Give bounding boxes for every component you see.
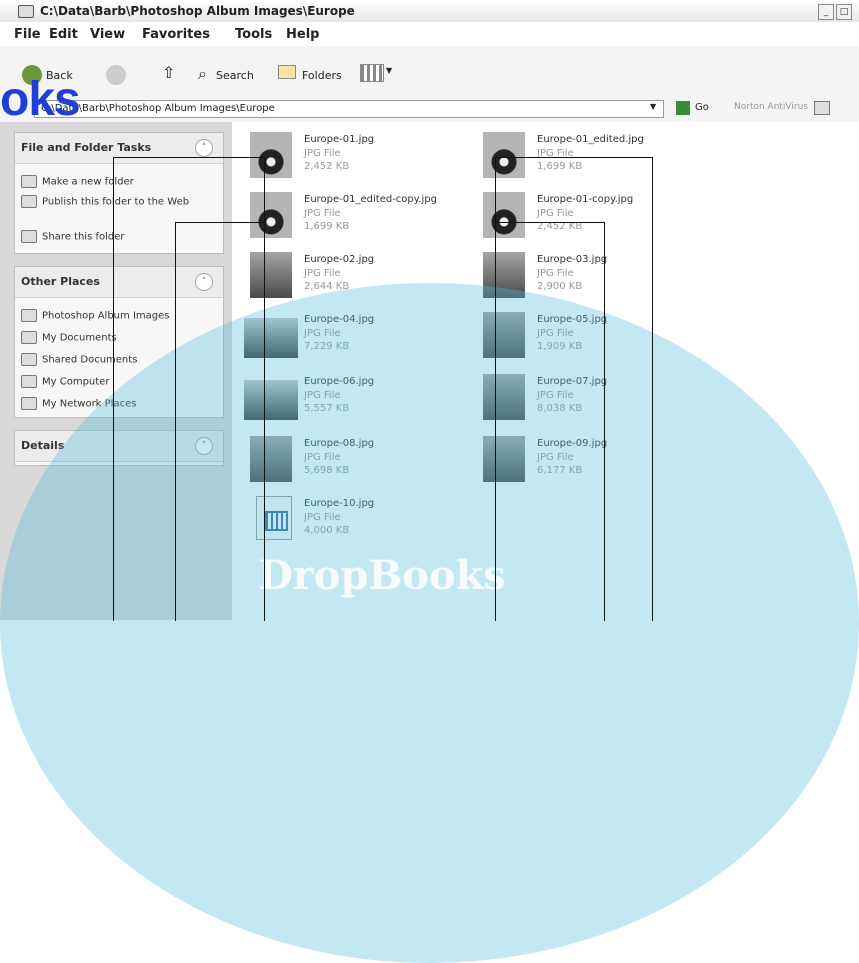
address-bar: C:\Data\Barb\Photoshop Album Images\Euro…	[0, 96, 859, 123]
forward-arrow-icon[interactable]	[106, 65, 126, 85]
menu-bar: File Edit View Favorites Tools Help	[0, 22, 859, 47]
file-item[interactable]: Europe-01.jpg JPG File 2,452 KB	[250, 132, 470, 184]
other-places-panel: Other Places ˄ Photoshop Album Images My…	[14, 266, 224, 418]
image-thumbnail	[250, 252, 292, 298]
place-shared-documents[interactable]: Shared Documents	[21, 353, 137, 366]
image-thumbnail	[250, 192, 292, 238]
place-photoshop-album[interactable]: Photoshop Album Images	[21, 309, 169, 322]
share-icon	[21, 230, 37, 243]
panel-title: File and Folder Tasks	[21, 141, 152, 154]
image-thumbnail	[483, 374, 525, 420]
go-button[interactable]: Go	[695, 102, 709, 113]
menu-view[interactable]: View	[90, 27, 125, 42]
task-new-folder[interactable]: Make a new folder	[21, 175, 134, 188]
folder-icon	[18, 5, 34, 18]
details-panel: Details ˅	[14, 430, 224, 466]
panel-header[interactable]: Details ˅	[15, 431, 223, 462]
folders-button[interactable]: Folders	[302, 69, 342, 82]
go-arrow-icon[interactable]	[676, 101, 690, 115]
place-my-computer[interactable]: My Computer	[21, 375, 109, 388]
file-folder-tasks-panel: File and Folder Tasks ˄ Make a new folde…	[14, 132, 224, 254]
search-icon[interactable]: ⌕	[198, 64, 207, 84]
norton-icon[interactable]	[814, 101, 830, 115]
image-thumbnail	[244, 380, 298, 420]
file-item[interactable]: Europe-07.jpg JPG File 8,038 KB	[483, 374, 703, 426]
network-icon	[21, 397, 37, 410]
image-thumbnail	[483, 192, 525, 238]
chevron-down-icon[interactable]: ▼	[386, 66, 392, 75]
collapse-icon[interactable]: ˄	[195, 139, 213, 157]
image-thumbnail	[483, 312, 525, 358]
toolbar: Back ⇧ ⌕ Search Folders ▼	[0, 46, 859, 97]
file-item[interactable]: Europe-01_edited.jpg JPG File 1,699 KB	[483, 132, 703, 184]
address-dropdown-icon[interactable]: ▼	[650, 102, 656, 111]
menu-edit[interactable]: Edit	[49, 27, 78, 42]
panel-header[interactable]: File and Folder Tasks ˄	[15, 133, 223, 164]
up-folder-icon[interactable]: ⇧	[162, 63, 175, 82]
folder-icon	[21, 309, 37, 322]
back-arrow-icon[interactable]	[22, 65, 42, 85]
menu-file[interactable]: File	[14, 27, 41, 42]
image-thumbnail	[483, 252, 525, 298]
file-item[interactable]: Europe-05.jpg JPG File 1,909 KB	[483, 312, 703, 364]
file-item[interactable]: Europe-10.jpg JPG File 4,000 KB	[250, 496, 470, 548]
back-button[interactable]: Back	[46, 69, 73, 82]
file-item[interactable]: Europe-01-copy.jpg JPG File 2,452 KB	[483, 192, 703, 244]
menu-help[interactable]: Help	[286, 27, 319, 42]
menu-favorites[interactable]: Favorites	[142, 27, 210, 42]
file-item[interactable]: Europe-06.jpg JPG File 5,557 KB	[244, 374, 470, 426]
expand-icon[interactable]: ˅	[195, 437, 213, 455]
image-thumbnail	[483, 132, 525, 178]
image-thumbnail	[250, 436, 292, 482]
image-thumbnail	[483, 436, 525, 482]
file-item[interactable]: Europe-04.jpg JPG File 7,229 KB	[244, 312, 470, 364]
panel-header[interactable]: Other Places ˄	[15, 267, 223, 298]
file-item[interactable]: Europe-02.jpg JPG File 2,644 KB	[250, 252, 470, 304]
computer-icon	[21, 375, 37, 388]
image-thumbnail	[250, 132, 292, 178]
task-publish-web[interactable]: Publish this folder to the Web	[21, 195, 196, 208]
task-pane: File and Folder Tasks ˄ Make a new folde…	[0, 122, 232, 620]
address-input[interactable]: C:\Data\Barb\Photoshop Album Images\Euro…	[34, 100, 664, 118]
views-icon[interactable]	[360, 64, 384, 82]
place-my-network[interactable]: My Network Places	[21, 397, 136, 410]
file-item[interactable]: Europe-01_edited-copy.jpg JPG File 1,699 K…	[250, 192, 470, 244]
place-my-documents[interactable]: My Documents	[21, 331, 117, 344]
panel-title: Other Places	[21, 275, 100, 288]
globe-icon	[21, 195, 37, 208]
search-button[interactable]: Search	[216, 69, 254, 82]
norton-label: Norton AntiVirus	[734, 102, 808, 112]
menu-tools[interactable]: Tools	[235, 27, 272, 42]
file-item[interactable]: Europe-09.jpg JPG File 6,177 KB	[483, 436, 703, 488]
new-folder-icon	[21, 175, 37, 188]
folders-icon	[278, 65, 296, 79]
folder-icon	[21, 353, 37, 366]
file-list: Europe-01.jpg JPG File 2,452 KB Europe-01_…	[232, 122, 859, 620]
image-thumbnail	[244, 318, 298, 358]
folder-icon	[21, 331, 37, 344]
image-file-icon	[256, 496, 292, 540]
window-title: C:\Data\Barb\Photoshop Album Images\Euro…	[40, 4, 355, 18]
minimize-button[interactable]: _	[818, 4, 834, 20]
title-bar: C:\Data\Barb\Photoshop Album Images\Euro…	[0, 0, 859, 23]
task-share-folder[interactable]: Share this folder	[21, 230, 125, 243]
file-item[interactable]: Europe-08.jpg JPG File 5,698 KB	[250, 436, 470, 488]
collapse-icon[interactable]: ˄	[195, 273, 213, 291]
file-item[interactable]: Europe-03.jpg JPG File 2,900 KB	[483, 252, 703, 304]
maximize-button[interactable]: □	[836, 4, 852, 20]
panel-title: Details	[21, 439, 65, 452]
